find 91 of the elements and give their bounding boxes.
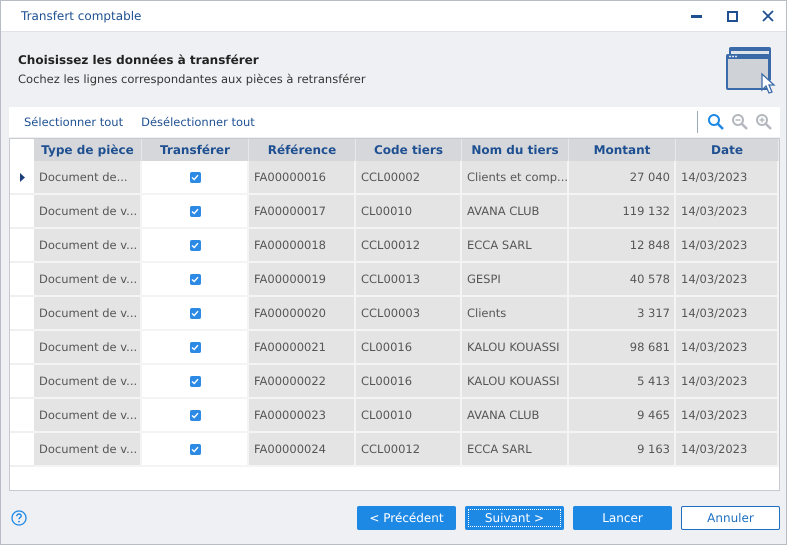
table-cell: 3 317 — [569, 297, 676, 331]
table-cell: 119 132 — [569, 195, 676, 229]
table-cell: CCL00002 — [356, 161, 462, 195]
minimize-icon — [690, 14, 702, 18]
column-header[interactable]: Nom du tiers — [462, 139, 569, 161]
table-cell: Document de... — [34, 161, 142, 195]
toolbar-link[interactable]: Désélectionner tout — [134, 113, 262, 131]
table-cell: Document de v... — [34, 433, 142, 467]
step-title: Choisissez les données à transférer — [18, 53, 260, 67]
table-cell: CL00010 — [356, 399, 462, 433]
table-cell: Document de v... — [34, 229, 142, 263]
table-cell: FA00000018 — [249, 229, 356, 263]
dialog-button[interactable]: Lancer — [573, 506, 672, 530]
table-cell: 14/03/2023 — [676, 399, 779, 433]
column-header[interactable]: Date — [676, 139, 779, 161]
checkbox[interactable] — [190, 274, 200, 284]
table-cell: AVANA CLUB — [462, 399, 569, 433]
table-cell: FA00000016 — [249, 161, 356, 195]
checkbox[interactable] — [190, 172, 200, 182]
dialog-button[interactable]: Suivant > — [465, 506, 564, 530]
table-cell: CL00016 — [356, 331, 462, 365]
column-header[interactable]: Transférer — [142, 139, 249, 161]
table-cell: Document de v... — [34, 297, 142, 331]
table-cell: 98 681 — [569, 331, 676, 365]
table-cell: AVANA CLUB — [462, 195, 569, 229]
column-header[interactable]: Référence — [249, 139, 356, 161]
current-row-icon — [20, 172, 24, 182]
table-cell: CCL00013 — [356, 263, 462, 297]
table-cell: 9 163 — [569, 433, 676, 467]
table-cell: Document de v... — [34, 331, 142, 365]
table-cell: CCL00012 — [356, 229, 462, 263]
table-cell: 12 848 — [569, 229, 676, 263]
dialog-button[interactable]: < Précédent — [357, 506, 456, 530]
checkbox[interactable] — [190, 410, 200, 420]
zoom-in-button[interactable] — [754, 112, 774, 132]
table-cell: 14/03/2023 — [676, 161, 779, 195]
table-cell: FA00000022 — [249, 365, 356, 399]
table-cell: 14/03/2023 — [676, 433, 779, 467]
table-cell: 14/03/2023 — [676, 195, 779, 229]
table-cell: CL00016 — [356, 365, 462, 399]
table-cell: Document de v... — [34, 365, 142, 399]
dialog-button[interactable]: Annuler — [681, 506, 780, 530]
table-cell: Clients et comp... — [462, 161, 569, 195]
search-button[interactable] — [706, 112, 726, 132]
search-icon — [707, 113, 725, 131]
step-subtitle: Cochez les lignes correspondantes aux pièces à retransférer — [18, 72, 367, 86]
table-cell: 14/03/2023 — [676, 263, 779, 297]
table-cell: CL00010 — [356, 195, 462, 229]
table-cell: ECCA SARL — [462, 433, 569, 467]
toolbar-link[interactable]: Sélectionner tout — [17, 113, 130, 131]
table-cell: FA00000023 — [249, 399, 356, 433]
close-icon — [762, 10, 774, 22]
table-cell: 14/03/2023 — [676, 229, 779, 263]
checkbox[interactable] — [190, 240, 200, 250]
table-cell: CCL00003 — [356, 297, 462, 331]
table-cell: 14/03/2023 — [676, 297, 779, 331]
table-cell: 27 040 — [569, 161, 676, 195]
table-cell: FA00000021 — [249, 331, 356, 365]
table-cell: Clients — [462, 297, 569, 331]
maximize-icon — [726, 10, 738, 22]
checkbox[interactable] — [190, 206, 200, 216]
checkbox[interactable] — [190, 342, 200, 352]
table-cell: GESPI — [462, 263, 569, 297]
checkbox[interactable] — [190, 376, 200, 386]
help-icon[interactable] — [11, 510, 27, 526]
table-cell: FA00000019 — [249, 263, 356, 297]
zoom-in-icon — [755, 113, 773, 131]
column-header[interactable]: Type de pièce — [34, 139, 142, 161]
table-cell: KALOU KOUASSI — [462, 331, 569, 365]
table-cell: ECCA SARL — [462, 229, 569, 263]
column-header[interactable]: Montant — [569, 139, 676, 161]
table-cell: FA00000020 — [249, 297, 356, 331]
zoom-out-icon — [731, 113, 749, 131]
column-header[interactable]: Code tiers — [356, 139, 462, 161]
table-cell: Document de v... — [34, 263, 142, 297]
table-cell: Document de v... — [34, 399, 142, 433]
checkbox[interactable] — [190, 308, 200, 318]
table-cell: 14/03/2023 — [676, 365, 779, 399]
zoom-out-button[interactable] — [730, 112, 750, 132]
table-cell: CCL00012 — [356, 433, 462, 467]
table-cell: Document de v... — [34, 195, 142, 229]
checkbox[interactable] — [190, 444, 200, 454]
table-cell: KALOU KOUASSI — [462, 365, 569, 399]
table-cell: 14/03/2023 — [676, 331, 779, 365]
table-cell: FA00000024 — [249, 433, 356, 467]
table-cell: 9 465 — [569, 399, 676, 433]
table-cell: 40 578 — [569, 263, 676, 297]
window-cursor-icon — [726, 46, 778, 94]
table-cell: 5 413 — [569, 365, 676, 399]
window-title: Transfert comptable — [21, 9, 142, 23]
table-cell: FA00000017 — [249, 195, 356, 229]
